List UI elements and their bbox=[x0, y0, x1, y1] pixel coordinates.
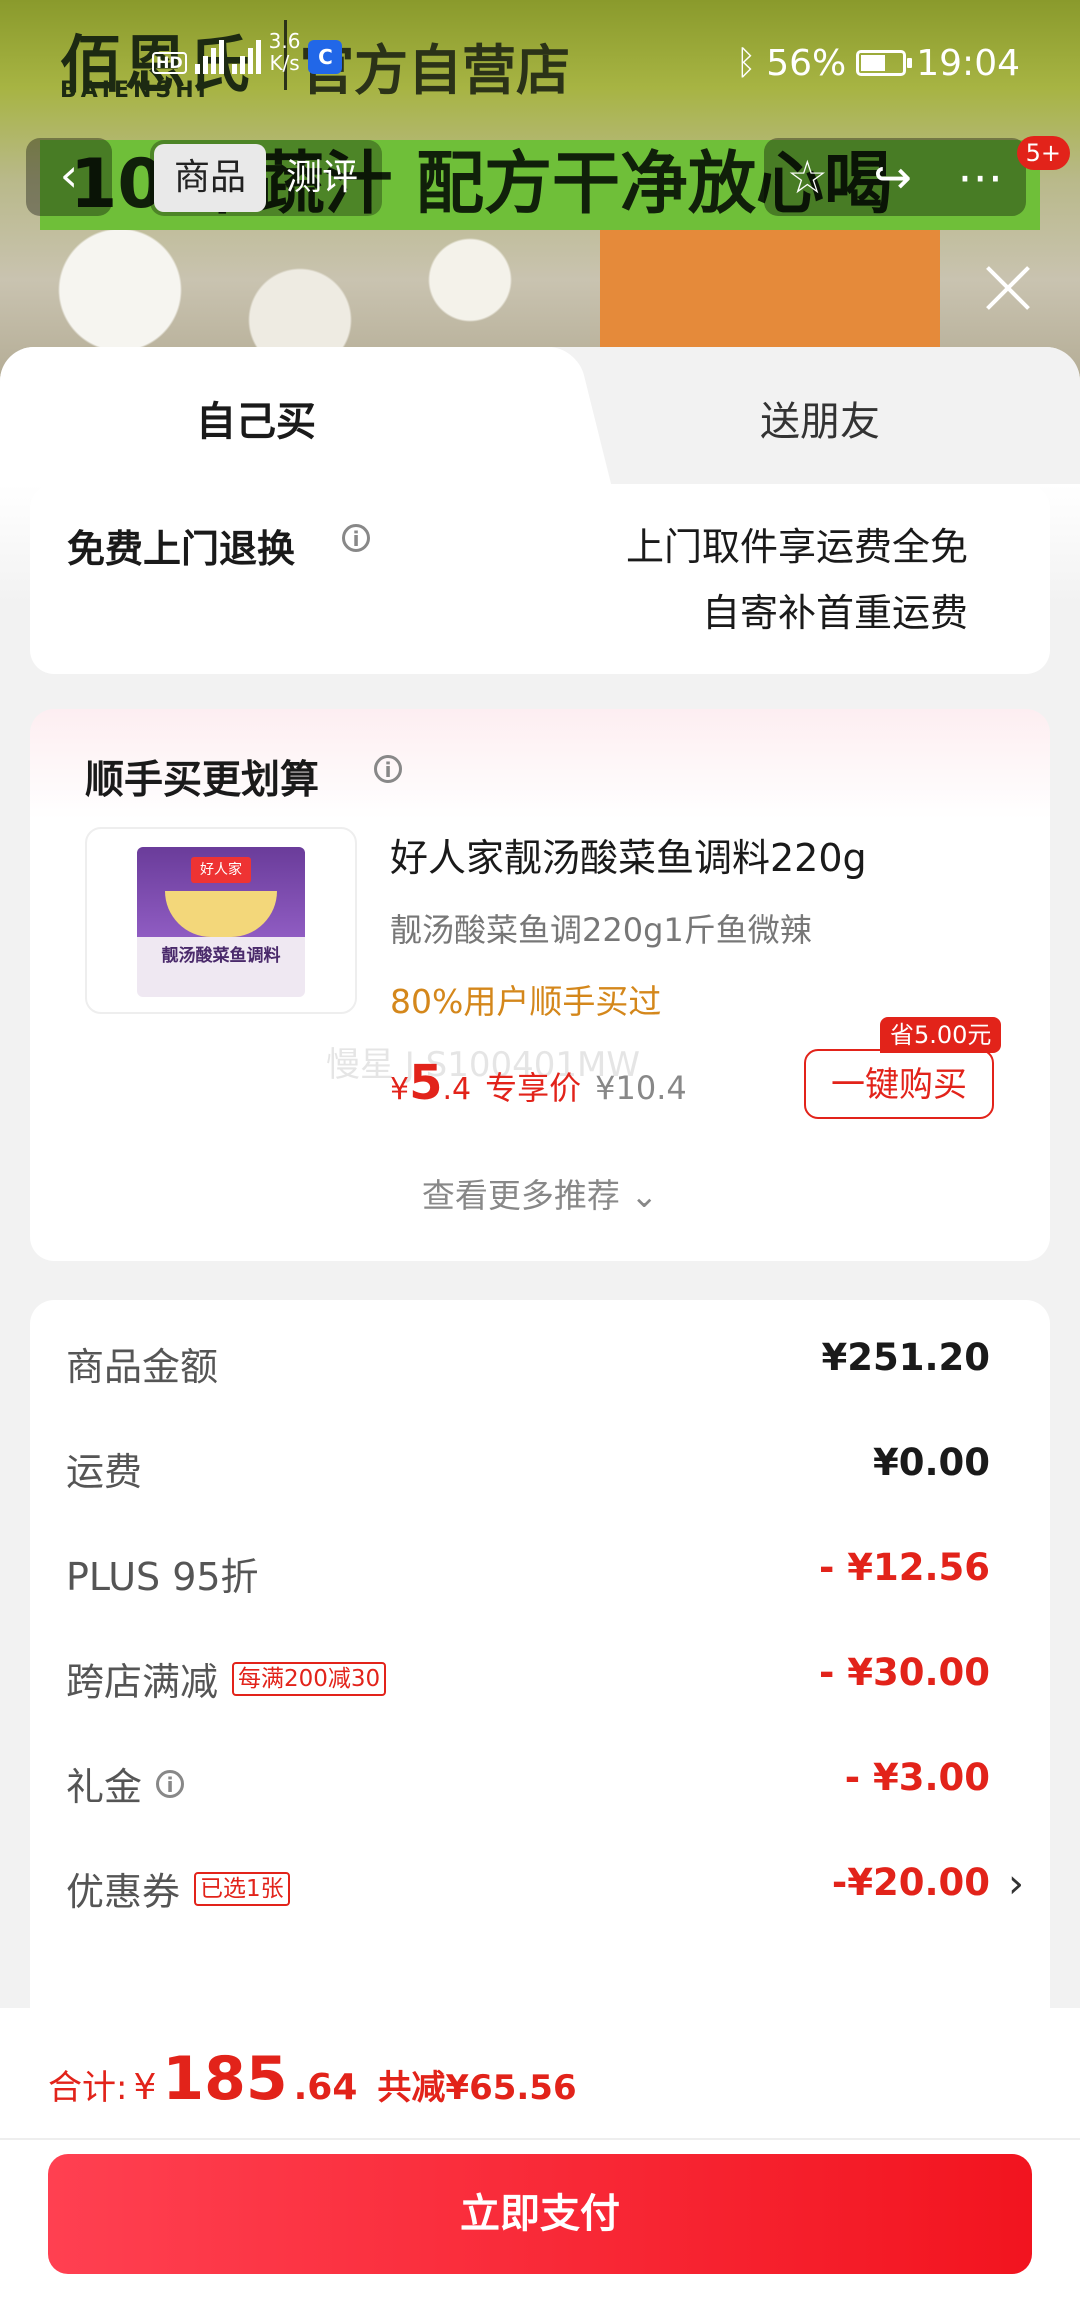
tab-product[interactable]: 商品 bbox=[154, 144, 267, 212]
tab-review[interactable]: 测评 bbox=[266, 144, 378, 212]
free-return-details: 上门取件享运费全免 自寄补首重运费 bbox=[626, 514, 968, 646]
bluetooth-icon: ᛒ bbox=[735, 43, 757, 83]
fee-label: 运费 bbox=[66, 1450, 143, 1494]
fee-label: PLUS 95折 bbox=[66, 1555, 259, 1599]
clock: 19:04 bbox=[916, 42, 1020, 84]
package-logo: 好人家 bbox=[191, 857, 251, 883]
exclusive-price-tag: 专享价 bbox=[485, 1069, 582, 1107]
fee-value: - ¥3.00 bbox=[844, 1756, 990, 1799]
message-badge: 5+ bbox=[1016, 136, 1070, 170]
purchase-mode-tabs: 自己买 送朋友 bbox=[0, 347, 1080, 484]
total-decimal: .64 bbox=[293, 2067, 358, 2108]
network-speed: 3.6 K/s bbox=[268, 29, 301, 75]
fee-row-cross-store[interactable]: 跨店满减 每满200减30 - ¥30.00 bbox=[66, 1651, 990, 1711]
add-on-recommendation-card: 顺手买更划算 i 好人家 靓汤酸菜鱼调料 好人家靓汤酸菜鱼调料220g 靓汤酸菜… bbox=[30, 709, 1050, 1261]
product-subtitle: 靓汤酸菜鱼调220g1斤鱼微辣 bbox=[390, 911, 812, 949]
info-icon[interactable]: i bbox=[342, 524, 370, 552]
fee-value: ¥251.20 bbox=[821, 1336, 990, 1379]
back-button[interactable]: ‹ bbox=[26, 138, 112, 216]
product-package-image: 好人家 靓汤酸菜鱼调料 bbox=[137, 847, 305, 997]
fee-row-subtotal: 商品金额 ¥251.20 bbox=[66, 1336, 990, 1396]
tab-buy-for-self[interactable]: 自己买 bbox=[196, 389, 316, 447]
total-currency: ¥ bbox=[133, 2067, 157, 2108]
app-notification-icon: C bbox=[308, 40, 343, 74]
fee-label: 商品金额 bbox=[66, 1345, 219, 1389]
free-return-line2: 自寄补首重运费 bbox=[701, 591, 968, 635]
order-total: 合计: ¥ 185 .64 共减¥65.56 bbox=[48, 2044, 577, 2114]
brand-logo-en: BAIENSHI bbox=[60, 78, 210, 103]
chevron-right-icon[interactable]: › bbox=[1008, 1861, 1024, 1907]
product-popularity: 80%用户顺手买过 bbox=[390, 982, 662, 1021]
fee-row-shipping: 运费 ¥0.00 bbox=[66, 1441, 990, 1501]
original-price: ¥10.4 bbox=[595, 1069, 687, 1107]
free-return-title: 免费上门退换 bbox=[67, 527, 296, 571]
one-click-buy-button[interactable]: 一键购买 bbox=[804, 1049, 994, 1119]
info-icon[interactable]: i bbox=[374, 755, 402, 783]
close-icon[interactable] bbox=[982, 262, 1034, 314]
fee-row-coupon[interactable]: 优惠券 已选1张 -¥20.00 › bbox=[66, 1861, 1024, 1921]
coupon-chip: 已选1张 bbox=[194, 1871, 290, 1906]
total-integer: 185 bbox=[162, 2044, 288, 2114]
savings-badge: 省5.00元 bbox=[880, 1017, 1002, 1053]
fee-label: 优惠券 bbox=[66, 1870, 181, 1914]
product-thumbnail[interactable]: 好人家 靓汤酸菜鱼调料 bbox=[85, 827, 357, 1014]
fee-label-wrap: 优惠券 已选1张 bbox=[66, 1861, 290, 1916]
checkout-bar: 合计: ¥ 185 .64 共减¥65.56 立即支付 bbox=[0, 2008, 1080, 2310]
total-label: 合计: bbox=[48, 2068, 128, 2108]
fee-value: -¥20.00 bbox=[831, 1861, 990, 1904]
fee-label: 礼金 bbox=[66, 1765, 143, 1809]
network-status: HD 3.6 K/s C bbox=[152, 29, 343, 75]
fee-label-wrap: 跨店满减 每满200减30 bbox=[66, 1651, 387, 1706]
fee-value: - ¥30.00 bbox=[818, 1651, 990, 1694]
fee-label-wrap: 礼金 i bbox=[66, 1756, 185, 1811]
product-price-row: ¥5.4 专享价 ¥10.4 bbox=[390, 1055, 687, 1111]
product-nav-tabs: 商品 测评 bbox=[150, 140, 383, 216]
status-bar: ᛒ 56% 19:04 bbox=[736, 38, 1020, 88]
fee-row-plus-discount: PLUS 95折 - ¥12.56 bbox=[66, 1546, 990, 1606]
fee-value: ¥0.00 bbox=[872, 1441, 990, 1484]
share-icon[interactable]: ↪ bbox=[873, 150, 912, 204]
exclusive-price: ¥5.4 bbox=[390, 1055, 472, 1111]
signal-icon bbox=[194, 34, 224, 74]
chevron-left-icon: ‹ bbox=[59, 148, 79, 202]
product-name[interactable]: 好人家靓汤酸菜鱼调料220g bbox=[390, 827, 867, 882]
battery-icon bbox=[856, 50, 913, 76]
add-on-title: 顺手买更划算 bbox=[85, 758, 320, 803]
pay-now-button[interactable]: 立即支付 bbox=[48, 2154, 1032, 2274]
package-bowl-image bbox=[165, 891, 277, 937]
total-saved: 共减¥65.56 bbox=[377, 2068, 577, 2108]
more-recommendations-link[interactable]: 查看更多推荐 ⌄ bbox=[30, 1169, 1050, 1217]
divider bbox=[0, 2138, 1080, 2140]
tab-gift-to-friend[interactable]: 送朋友 bbox=[760, 389, 880, 447]
more-icon[interactable]: ⋯ bbox=[957, 150, 1003, 204]
battery-percent: 56% bbox=[766, 42, 847, 84]
fee-label: 跨店满减 bbox=[66, 1660, 219, 1704]
star-icon[interactable]: ☆ bbox=[787, 150, 828, 204]
fee-row-gift-money: 礼金 i - ¥3.00 bbox=[66, 1756, 990, 1816]
fee-value: - ¥12.56 bbox=[818, 1546, 990, 1589]
hd-icon: HD bbox=[152, 52, 187, 74]
free-return-card: 免费上门退换 i 上门取件享运费全免 自寄补首重运费 bbox=[30, 484, 1050, 674]
free-return-line1: 上门取件享运费全免 bbox=[625, 525, 968, 569]
nav-actions: ☆ ↪ ⋯ bbox=[764, 138, 1026, 216]
info-icon[interactable]: i bbox=[156, 1769, 185, 1798]
package-name: 靓汤酸菜鱼调料 bbox=[161, 946, 281, 966]
promo-chip: 每满200减30 bbox=[232, 1661, 387, 1696]
signal-icon-2 bbox=[231, 34, 261, 74]
